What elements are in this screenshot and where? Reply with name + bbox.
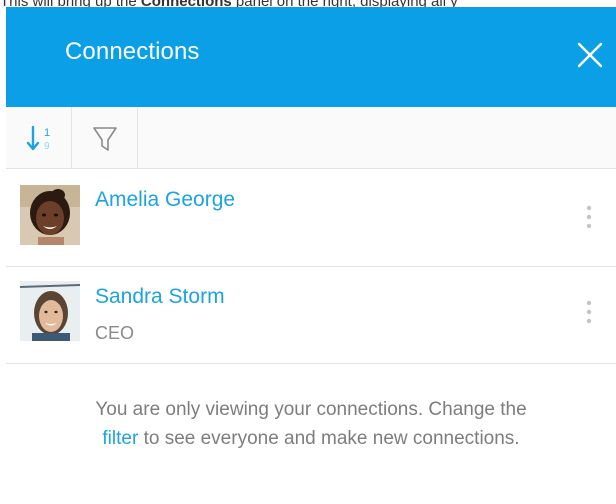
filter-link[interactable]: filter	[102, 428, 138, 449]
sort-digit-top: 1	[44, 127, 50, 139]
kebab-menu-icon	[586, 300, 592, 324]
sort-button[interactable]: 1 9	[6, 107, 72, 169]
avatar[interactable]	[20, 281, 80, 341]
filter-funnel-icon	[93, 127, 117, 151]
close-icon	[577, 42, 603, 68]
kebab-menu-icon	[586, 205, 592, 229]
contact-name-link[interactable]: Sandra Storm	[95, 284, 225, 310]
panel-header: Connections	[6, 7, 616, 107]
avatar[interactable]	[20, 185, 80, 245]
close-button[interactable]	[574, 39, 606, 71]
connection-row[interactable]: Sandra Storm CEO	[6, 267, 616, 364]
page: This will bring up the Connections panel…	[0, 0, 616, 504]
connections-panel: Connections 1 9 Amelia George Sandra Sto…	[6, 7, 616, 504]
notice-line-2: filter to see everyone and make new conn…	[6, 424, 616, 453]
contact-name-link[interactable]: Amelia George	[95, 187, 235, 213]
row-menu-button[interactable]	[582, 299, 596, 327]
connections-notice: You are only viewing your connections. C…	[6, 395, 616, 453]
avatar-photo-sandra	[20, 281, 80, 341]
panel-toolbar: 1 9	[6, 107, 616, 169]
connection-row[interactable]: Amelia George	[6, 170, 616, 267]
contact-role: CEO	[95, 323, 135, 343]
sort-digit-bottom: 9	[44, 141, 50, 152]
sort-numeric-icon: 1 9	[26, 125, 50, 152]
notice-line-2-rest: to see everyone and make new connections…	[138, 428, 520, 449]
row-menu-button[interactable]	[582, 204, 596, 232]
notice-line-1: You are only viewing your connections. C…	[95, 399, 527, 420]
avatar-photo-amelia	[20, 185, 80, 245]
filter-button[interactable]	[72, 107, 138, 169]
panel-title: Connections	[65, 38, 200, 65]
